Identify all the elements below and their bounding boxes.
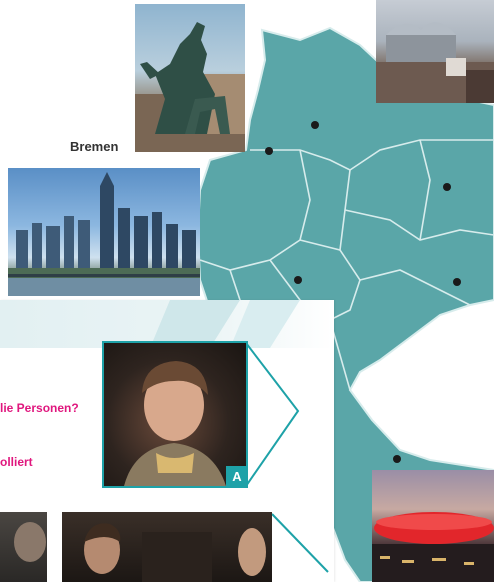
person-illustration [124,361,226,486]
arrow-pointer-bottom [272,513,329,573]
person-photo-bottom [62,512,272,582]
hamburg-skyline-illustration [376,22,494,103]
city-dot-dresden [453,278,461,286]
exercise-instruction: olliert [0,455,33,469]
person-illustration-bottom [84,523,266,582]
stadium-illustration [372,512,494,582]
photo-badge-a: A [226,466,248,488]
person-photo-bottom-left [0,512,47,582]
skyline-illustration [8,172,200,296]
hamburg-photo [376,0,494,103]
city-dot-berlin [443,183,451,191]
city-dot-hamburg [311,121,319,129]
city-dot-munich [393,455,401,463]
person-illustration-bottom-left [14,522,46,562]
munich-stadium-photo [372,470,494,582]
bremen-town-musicians-photo [135,4,245,152]
city-label-bremen: Bremen [70,139,119,154]
city-dot-bremen [265,147,273,155]
statue-illustration [135,22,245,152]
frankfurt-skyline-photo [8,168,200,296]
arrow-pointer-a [246,342,300,487]
city-dot-cologne [294,276,302,284]
exercise-question: lie Personen? [0,401,79,415]
